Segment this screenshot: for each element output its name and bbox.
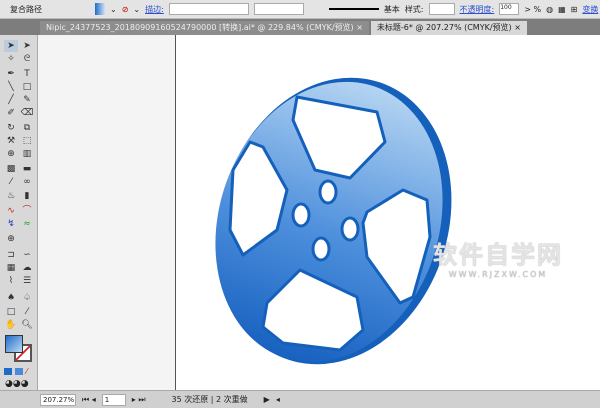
spindle-hole bbox=[311, 236, 331, 262]
opacity-label[interactable]: 不透明度: bbox=[460, 4, 495, 15]
watermark-url: WWW.RJZXW.COM bbox=[448, 270, 548, 279]
stroke-none-swatch[interactable]: ⊘ bbox=[122, 5, 129, 14]
column-graph-icon[interactable]: ▦ bbox=[4, 262, 18, 274]
zoom-select[interactable]: 207.27% bbox=[40, 393, 76, 406]
color-mode-icon[interactable] bbox=[4, 368, 12, 375]
spindle-hole bbox=[291, 202, 311, 228]
custom-tool-blue-icon[interactable]: ↯ bbox=[4, 218, 18, 230]
rotate-tool-icon[interactable]: ↻ bbox=[4, 122, 18, 134]
lasso-icon[interactable]: ᘓ bbox=[20, 53, 34, 65]
brush-definition[interactable]: 基本 bbox=[384, 4, 400, 15]
crosshair-tool-icon[interactable]: ⊕ bbox=[4, 233, 18, 245]
selection-tool-icon[interactable]: ➤ bbox=[4, 40, 18, 52]
line-tool-icon[interactable]: ╲ bbox=[4, 81, 18, 93]
gradient-tool-icon[interactable]: ▬ bbox=[20, 163, 34, 175]
hand-tool-icon[interactable]: ✋ bbox=[4, 319, 18, 331]
watermark: 软件自学网 WWW.RJZXW.COM bbox=[433, 235, 563, 279]
control-bar: 复合路径 ⌄ ⊘ ⌄ 描边: 基本 样式: 不透明度: 100 > % ◍ ▦ … bbox=[0, 0, 600, 19]
graph-tool-icon[interactable]: ▮ bbox=[20, 190, 34, 202]
path-tool-icon[interactable]: ⌇ bbox=[4, 275, 18, 287]
custom-tool-wave-icon[interactable]: ≈ bbox=[20, 218, 34, 230]
object-type-label: 复合路径 bbox=[10, 4, 42, 14]
document-tabs: Nipic_24377523_20180909160524790000 [转换]… bbox=[0, 19, 600, 35]
stroke-weight-input[interactable] bbox=[168, 3, 249, 15]
crop-tool-icon[interactable]: □ bbox=[4, 306, 18, 318]
warp-tool-icon[interactable]: ☁ bbox=[20, 262, 34, 274]
opacity-input[interactable]: 100 bbox=[499, 3, 520, 15]
live-paint-icon[interactable]: ♠ bbox=[4, 292, 18, 304]
perspective-grid-icon[interactable]: ▥ bbox=[20, 148, 34, 160]
eyedropper-icon[interactable]: ⁄ bbox=[4, 176, 18, 188]
list-tool-icon[interactable]: ☰ bbox=[20, 275, 34, 287]
paintbrush-icon[interactable]: ╱ bbox=[4, 94, 18, 106]
document-canvas[interactable]: 软件自学网 WWW.RJZXW.COM bbox=[38, 35, 600, 390]
style-select[interactable] bbox=[428, 3, 455, 15]
rectangle-tool-icon[interactable]: □ bbox=[20, 81, 34, 93]
fill-swatch[interactable] bbox=[95, 3, 105, 15]
mesh-tool-icon[interactable]: ▩ bbox=[4, 163, 18, 175]
none-mode-icon[interactable]: ⁄ bbox=[26, 368, 34, 376]
transform-link[interactable]: 变换 bbox=[582, 4, 598, 15]
tab-label: 未标题-6* @ 207.27% (CMYK/预览) bbox=[376, 23, 512, 32]
stroke-label[interactable]: 描边: bbox=[145, 4, 164, 15]
eraser-icon[interactable]: ⌫ bbox=[20, 107, 34, 119]
blend-tool-icon[interactable]: ∞ bbox=[20, 176, 34, 188]
pen-tool-icon[interactable]: ✒ bbox=[4, 68, 18, 80]
blob-brush-icon[interactable]: ✐ bbox=[4, 107, 18, 119]
undo-status: 35 次还原 | 2 次重做 bbox=[171, 395, 248, 404]
stroke-line-preview[interactable] bbox=[328, 8, 379, 10]
slice-tool-icon[interactable]: ∽ bbox=[20, 249, 34, 261]
recolor-icon[interactable]: ◍ bbox=[546, 5, 553, 14]
spindle-hole bbox=[340, 216, 360, 242]
magic-wand-icon[interactable]: ✧ bbox=[4, 53, 18, 65]
spindle-hole bbox=[318, 179, 338, 205]
style-label: 样式: bbox=[404, 4, 424, 14]
transform-icon[interactable]: ⊞ bbox=[571, 5, 578, 14]
artboard-tool-icon[interactable]: ⊐ bbox=[4, 249, 18, 261]
next-page-icon[interactable]: ▸ ⏭ bbox=[132, 395, 146, 405]
scale-tool-icon[interactable]: ⧉ bbox=[20, 122, 34, 134]
scroll-left-icon[interactable]: ◂ bbox=[276, 395, 280, 404]
watermark-title: 软件自学网 bbox=[433, 241, 563, 269]
tab-nipic[interactable]: Nipic_24377523_20180909160524790000 [转换]… bbox=[40, 21, 369, 35]
type-tool-icon[interactable]: T bbox=[20, 68, 34, 80]
first-page-icon[interactable]: ⏮ ◂ bbox=[82, 395, 96, 405]
draw-mode-icons[interactable]: ◕◕◕ bbox=[5, 379, 29, 389]
page-select[interactable]: 1 bbox=[101, 393, 126, 406]
chevron-down-icon[interactable]: ⌄ bbox=[110, 5, 117, 14]
live-paint-select-icon[interactable]: ♤ bbox=[20, 292, 34, 304]
film-reel-artwork[interactable] bbox=[38, 35, 600, 390]
tab-untitled-6[interactable]: 未标题-6* @ 207.27% (CMYK/预览) × bbox=[370, 21, 527, 35]
direct-selection-tool-icon[interactable]: ➤ bbox=[20, 40, 34, 52]
shape-builder-icon[interactable]: ⊕ bbox=[4, 148, 18, 160]
knife-tool-icon[interactable]: ⁄ bbox=[20, 306, 34, 318]
free-transform-icon[interactable]: ⬚ bbox=[20, 135, 34, 147]
chevron-down-icon[interactable]: ⌄ bbox=[133, 5, 140, 14]
tools-panel: ➤ ➤ ✧ ᘓ ✒ T ╲ □ ╱ ✎ ✐ ⌫ ↻ ⧉ ⚒ ⬚ ⊕ ▥ ▩ ▬ … bbox=[0, 35, 38, 390]
width-tool-icon[interactable]: ⚒ bbox=[4, 135, 18, 147]
gradient-mode-icon[interactable] bbox=[15, 368, 23, 375]
fill-color-swatch[interactable] bbox=[5, 335, 23, 353]
pencil-icon[interactable]: ✎ bbox=[20, 94, 34, 106]
custom-tool-red-icon[interactable]: ∿ bbox=[4, 205, 18, 217]
tab-label: Nipic_24377523_20180909160524790000 [转换]… bbox=[46, 23, 354, 32]
symbol-sprayer-icon[interactable]: ♨ bbox=[4, 190, 18, 202]
custom-tool-arc-icon[interactable]: ⌒ bbox=[20, 205, 34, 217]
align-icon[interactable]: ▦ bbox=[558, 5, 566, 14]
variable-width-select[interactable] bbox=[253, 3, 304, 15]
opacity-unit[interactable]: > % bbox=[524, 5, 541, 14]
status-menu-icon[interactable]: ▶ bbox=[264, 395, 270, 404]
zoom-tool-icon[interactable]: 🔍︎ bbox=[20, 319, 34, 331]
status-bar: 207.27% ⏮ ◂ 1 ▸ ⏭ 35 次还原 | 2 次重做 ▶ ◂ bbox=[0, 390, 600, 408]
